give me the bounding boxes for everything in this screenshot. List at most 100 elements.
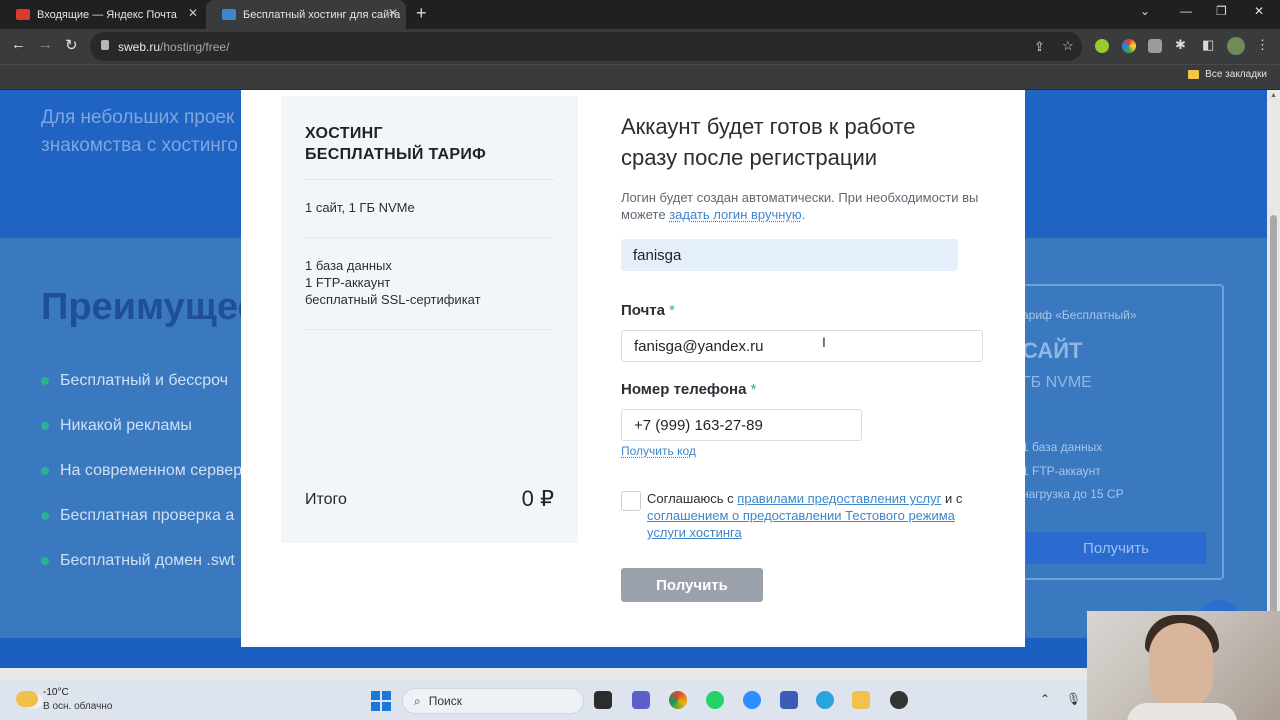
back-arrow-icon[interactable]: ← xyxy=(11,36,26,53)
url-host: sweb.ru xyxy=(118,40,161,54)
divider xyxy=(305,237,555,238)
folder-icon xyxy=(1188,70,1200,79)
side-panel-icon[interactable]: ◧ xyxy=(1202,37,1214,53)
vertical-scrollbar[interactable]: ▲ xyxy=(1267,90,1280,668)
webcam-person-face xyxy=(1149,623,1213,709)
list-item-text: Бесплатный и бессроч xyxy=(60,371,229,389)
zoom-icon[interactable] xyxy=(743,691,761,709)
tariff-card-subheading: ГБ NVME xyxy=(1022,374,1092,391)
tray-chevron-icon[interactable]: ⌃ xyxy=(1040,692,1050,706)
tariff-card: ариф «Бесплатный» САЙТ ГБ NVME 1 база да… xyxy=(990,284,1224,580)
extension-gray-icon[interactable] xyxy=(1148,39,1162,53)
list-item: Никакой рекламы xyxy=(41,403,242,448)
form-title: Аккаунт будет готов к работе сразу после… xyxy=(621,114,916,170)
extension-green-icon[interactable] xyxy=(1095,39,1109,53)
microphone-icon[interactable]: 🎙 xyxy=(1066,692,1081,706)
hero-line: Для небольших проек xyxy=(41,107,235,128)
weather-cloud-icon xyxy=(16,691,38,707)
list-item: Бесплатный домен .swt xyxy=(41,538,242,583)
service-rules-link[interactable]: правилами предоставления услуг xyxy=(737,491,941,506)
tab-title: Входящие — Яндекс Почта xyxy=(37,8,177,21)
extension-color-ring-icon[interactable] xyxy=(1122,39,1136,53)
bullet-dot-icon xyxy=(41,421,49,430)
bullet-dot-icon xyxy=(41,556,49,565)
order-summary-panel: ХОСТИНГ БЕСПЛАТНЫЙ ТАРИФ 1 сайт, 1 ГБ NV… xyxy=(281,96,578,543)
profile-avatar-icon[interactable] xyxy=(1227,37,1245,55)
close-tab-icon[interactable]: ✕ xyxy=(188,6,198,20)
save-disk-icon[interactable] xyxy=(780,691,798,709)
tab-yandex-mail[interactable]: Входящие — Яндекс Почта ✕ xyxy=(0,0,206,29)
menu-kebab-icon[interactable]: ⋮ xyxy=(1256,37,1269,53)
set-login-manually-link[interactable]: задать логин вручную xyxy=(669,207,802,222)
phone-field[interactable]: +7 (999) 163-27-89 xyxy=(621,409,862,441)
summary-title-line: ХОСТИНГ xyxy=(305,125,383,142)
tab-search-chevron-icon[interactable]: ⌄ xyxy=(1140,4,1150,18)
advantages-title: Преимущес xyxy=(41,286,259,328)
bookmark-star-icon[interactable]: ☆ xyxy=(1062,38,1074,54)
bullet-dot-icon xyxy=(41,511,49,520)
registration-form: Аккаунт будет готов к работе сразу после… xyxy=(621,90,1001,647)
chrome-icon[interactable] xyxy=(669,691,687,709)
list-item: На современном сервер xyxy=(41,448,242,493)
list-item: Бесплатная проверка а xyxy=(41,493,242,538)
taskbar-search[interactable]: ⌕ Поиск xyxy=(402,688,584,714)
email-label-text: Почта xyxy=(621,302,665,319)
test-mode-agreement-link[interactable]: соглашением о предоставлении Тестового р… xyxy=(647,508,955,540)
webcam-person-shirt xyxy=(1127,703,1237,720)
phone-label: Номер телефона * xyxy=(621,381,756,398)
forward-arrow-icon[interactable]: → xyxy=(38,36,53,53)
scrollbar-thumb[interactable] xyxy=(1270,215,1277,615)
whatsapp-icon[interactable] xyxy=(706,691,724,709)
tariff-card-get-button: Получить xyxy=(1026,532,1206,564)
task-view-icon[interactable] xyxy=(594,691,612,709)
required-asterisk: * xyxy=(750,381,757,398)
all-bookmarks-button[interactable]: Все закладки xyxy=(1188,69,1267,80)
get-code-link[interactable]: Получить код xyxy=(621,444,696,458)
bullet-dot-icon xyxy=(41,466,49,475)
summary-item: 1 FTP-аккаунт xyxy=(305,275,391,290)
share-icon[interactable]: ⇪ xyxy=(1034,39,1045,55)
login-hint: Логин будет создан автоматически. При не… xyxy=(621,189,981,223)
tariff-card-feature: 1 FTP-аккаунт xyxy=(1022,464,1101,478)
email-field[interactable]: fanisga@yandex.ru xyxy=(621,330,983,362)
address-bar[interactable]: sweb.ru/hosting/free/ ⇪ ☆ xyxy=(90,32,1082,61)
hero-text: Для небольших проек знакомства с хостинг… xyxy=(41,104,238,160)
minimize-icon[interactable]: — xyxy=(1180,4,1192,18)
tariff-card-feature: нагрузка до 15 CP xyxy=(1022,487,1124,501)
scroll-up-arrow-icon[interactable]: ▲ xyxy=(1270,92,1277,99)
gmail-envelope-icon xyxy=(16,9,30,20)
login-field[interactable]: fanisga xyxy=(621,239,958,271)
close-window-icon[interactable]: ✕ xyxy=(1254,4,1264,18)
tariff-card-heading: САЙТ xyxy=(1022,338,1083,363)
teams-chat-icon[interactable] xyxy=(632,691,650,709)
windows-start-icon[interactable] xyxy=(371,691,391,711)
agree-prefix: Соглашаюсь с xyxy=(647,491,738,506)
tariff-card-title: ариф «Бесплатный» xyxy=(1022,308,1137,322)
tab-sweb-hosting[interactable]: Бесплатный хостинг для сайта ✕ xyxy=(206,0,406,29)
horizontal-scrollbar[interactable] xyxy=(0,668,1267,681)
divider xyxy=(305,179,555,180)
extensions-puzzle-icon[interactable]: ✱ xyxy=(1175,37,1186,53)
summary-title-line: БЕСПЛАТНЫЙ ТАРИФ xyxy=(305,146,487,163)
summary-item-group: 1 база данных 1 FTP-аккаунт бесплатный S… xyxy=(305,257,481,308)
maximize-icon[interactable]: ❐ xyxy=(1216,4,1227,18)
file-explorer-icon[interactable] xyxy=(852,691,870,709)
hero-line: знакомства с хостинго xyxy=(41,135,238,156)
summary-item: 1 сайт, 1 ГБ NVMe xyxy=(305,200,415,215)
list-item-text: На современном сервер xyxy=(60,461,243,479)
weather-temperature: -10°C xyxy=(43,687,69,698)
required-asterisk: * xyxy=(669,302,675,319)
telegram-icon[interactable] xyxy=(816,691,834,709)
reload-icon[interactable]: ↻ xyxy=(65,36,78,54)
browser-tab-strip: Входящие — Яндекс Почта ✕ Бесплатный хос… xyxy=(0,0,1280,29)
submit-button[interactable]: Получить xyxy=(621,568,763,602)
summary-title: ХОСТИНГ БЕСПЛАТНЫЙ ТАРИФ xyxy=(305,123,486,165)
email-label: Почта * xyxy=(621,302,675,319)
bookmarks-bar: Все закладки xyxy=(0,64,1280,89)
new-tab-plus-icon[interactable]: + xyxy=(416,3,427,24)
weather-condition: В осн. облачно xyxy=(43,701,113,712)
recorder-app-icon[interactable] xyxy=(890,691,908,709)
close-tab-icon[interactable]: ✕ xyxy=(388,6,398,20)
url-path: /hosting/free/ xyxy=(160,40,230,54)
agree-checkbox[interactable] xyxy=(621,491,641,511)
